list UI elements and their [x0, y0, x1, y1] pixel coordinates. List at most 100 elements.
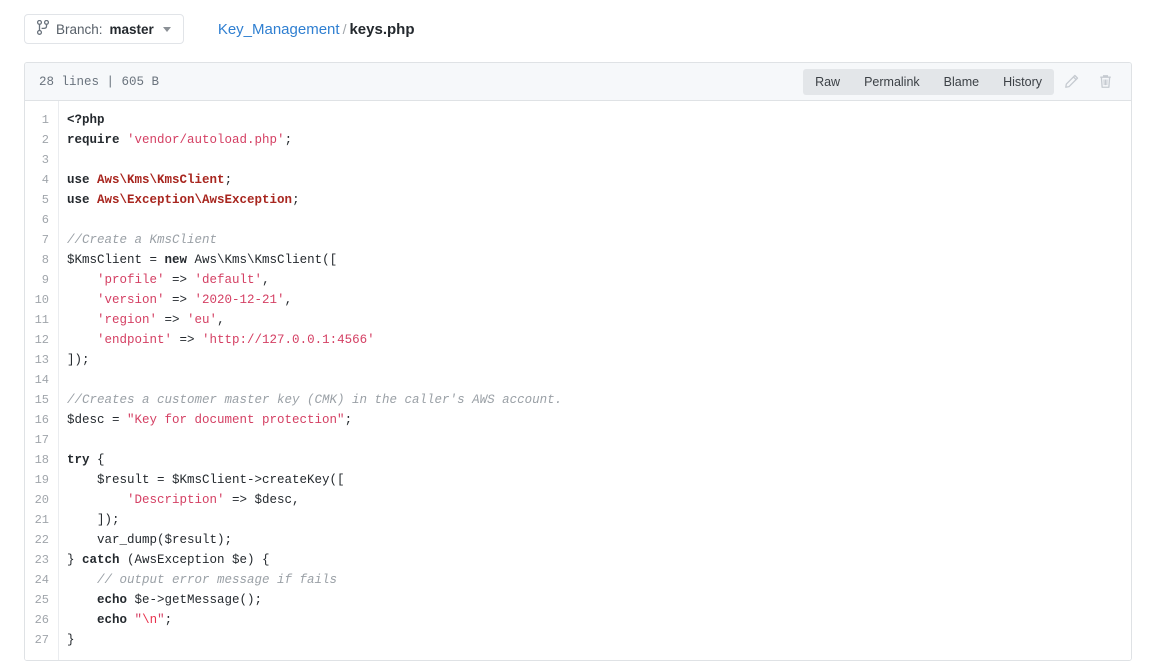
- line-number[interactable]: 24: [25, 570, 58, 590]
- breadcrumb-current-file: keys.php: [349, 20, 415, 38]
- code-token: Aws\Exception\AwsException: [97, 193, 293, 207]
- code-token: }: [67, 553, 83, 567]
- blame-button[interactable]: Blame: [932, 69, 991, 95]
- code-line: //Creates a customer master key (CMK) in…: [67, 390, 1131, 410]
- git-branch-icon: [36, 19, 50, 38]
- line-number[interactable]: 26: [25, 610, 58, 630]
- line-number[interactable]: 18: [25, 450, 58, 470]
- code-token: $KmsClient =: [67, 253, 165, 267]
- breadcrumb-separator: /: [342, 20, 347, 37]
- code-content[interactable]: <?php require 'vendor/autoload.php'; use …: [59, 101, 1131, 660]
- code-token: Aws\Kms\KmsClient: [97, 173, 225, 187]
- line-number[interactable]: 2: [25, 130, 58, 150]
- code-token: 'endpoint': [97, 333, 173, 347]
- line-number[interactable]: 4: [25, 170, 58, 190]
- line-number[interactable]: 10: [25, 290, 58, 310]
- line-number[interactable]: 25: [25, 590, 58, 610]
- line-number[interactable]: 23: [25, 550, 58, 570]
- line-number[interactable]: 13: [25, 350, 58, 370]
- line-number[interactable]: 3: [25, 150, 58, 170]
- permalink-button[interactable]: Permalink: [852, 69, 932, 95]
- code-token: use: [67, 193, 90, 207]
- line-number[interactable]: 15: [25, 390, 58, 410]
- file-action-button-group: Raw Permalink Blame History: [803, 68, 1054, 95]
- code-token: $result = $KmsClient->createKey([: [67, 473, 345, 487]
- code-token: //Creates a customer master key (CMK) in…: [67, 393, 563, 407]
- raw-button[interactable]: Raw: [803, 69, 852, 95]
- line-number[interactable]: 19: [25, 470, 58, 490]
- code-line: 'profile' => 'default',: [67, 270, 1131, 290]
- code-line: echo $e->getMessage();: [67, 590, 1131, 610]
- branch-selector-button[interactable]: Branch: master: [24, 14, 184, 44]
- code-token: //Create a KmsClient: [67, 233, 218, 247]
- line-number[interactable]: 6: [25, 210, 58, 230]
- chevron-down-icon: [162, 26, 171, 32]
- line-number[interactable]: 9: [25, 270, 58, 290]
- pencil-icon: [1064, 74, 1079, 89]
- code-token: ;: [164, 613, 173, 627]
- line-number[interactable]: 14: [25, 370, 58, 390]
- code-token: 'region': [97, 313, 158, 327]
- code-line: use Aws\Kms\KmsClient;: [67, 170, 1131, 190]
- history-button[interactable]: History: [991, 69, 1054, 95]
- code-token: '2020-12-21': [194, 293, 285, 307]
- code-token: =>: [172, 333, 203, 347]
- code-token: $desc =: [67, 413, 128, 427]
- code-line: // output error message if fails: [67, 570, 1131, 590]
- code-line: }: [67, 630, 1131, 650]
- code-token: ]);: [67, 513, 120, 527]
- code-line: try {: [67, 450, 1131, 470]
- code-viewer: 1 2 3 4 5 6 7 8 9 10 11 12 13 14 15 16 17 18 19 20 21 22 23 24 2…: [25, 101, 1131, 660]
- code-line: 'region' => 'eu',: [67, 310, 1131, 330]
- line-number[interactable]: 11: [25, 310, 58, 330]
- code-line: 'endpoint' => 'http://127.0.0.1:4566': [67, 330, 1131, 350]
- code-token: var_dump($result);: [67, 533, 233, 547]
- code-line: 'version' => '2020-12-21',: [67, 290, 1131, 310]
- trash-icon: [1098, 74, 1113, 89]
- code-line: $desc = "Key for document protection";: [67, 410, 1131, 430]
- line-number[interactable]: 27: [25, 630, 58, 650]
- code-line: ]);: [67, 350, 1131, 370]
- code-token: catch: [82, 553, 120, 567]
- code-token: ": [134, 613, 143, 627]
- delete-file-button[interactable]: [1088, 69, 1122, 95]
- breadcrumb-repo-link[interactable]: Key_Management: [218, 21, 340, 38]
- code-token: 'default': [194, 273, 263, 287]
- code-line: //Create a KmsClient: [67, 230, 1131, 250]
- code-line: var_dump($result);: [67, 530, 1131, 550]
- code-token: =>: [164, 293, 195, 307]
- file-header-bar: 28 lines | 605 B Raw Permalink Blame His…: [25, 63, 1131, 101]
- line-number[interactable]: 1: [25, 110, 58, 130]
- line-number[interactable]: 12: [25, 330, 58, 350]
- code-token: "Key for document protection": [127, 413, 345, 427]
- code-token: new: [164, 253, 188, 267]
- line-number[interactable]: 16: [25, 410, 58, 430]
- line-number[interactable]: 20: [25, 490, 58, 510]
- edit-file-button[interactable]: [1054, 69, 1088, 95]
- line-number[interactable]: 5: [25, 190, 58, 210]
- line-number[interactable]: 22: [25, 530, 58, 550]
- code-token: ;: [224, 173, 233, 187]
- code-token: 'profile': [97, 273, 165, 287]
- line-number[interactable]: 8: [25, 250, 58, 270]
- line-number[interactable]: 17: [25, 430, 58, 450]
- code-token: ,: [284, 293, 293, 307]
- code-token: 'version': [97, 293, 165, 307]
- code-line: require 'vendor/autoload.php';: [67, 130, 1131, 150]
- code-token: // output error message if fails: [97, 573, 338, 587]
- code-token: echo: [97, 593, 128, 607]
- code-token: ;: [344, 413, 353, 427]
- code-token: Aws\Kms\KmsClient([: [187, 253, 338, 267]
- code-token: {: [89, 453, 105, 467]
- line-number[interactable]: 7: [25, 230, 58, 250]
- line-number[interactable]: 21: [25, 510, 58, 530]
- top-bar: Branch: master Key_Management / keys.php: [0, 0, 1156, 44]
